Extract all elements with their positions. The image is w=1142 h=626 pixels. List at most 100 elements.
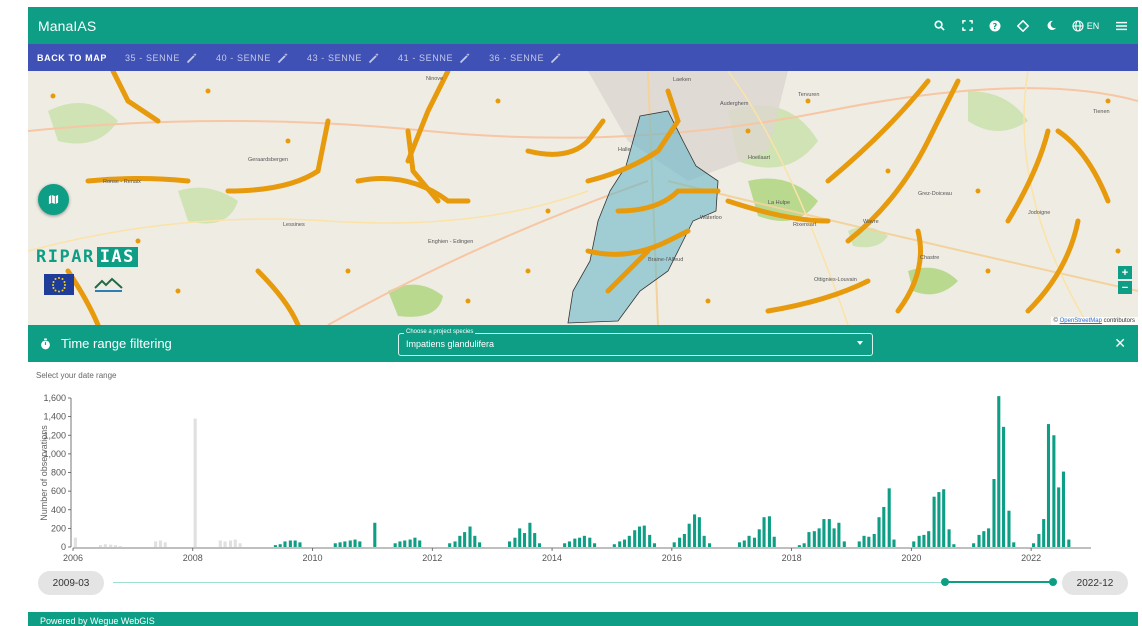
bar — [468, 526, 472, 547]
bar — [109, 544, 113, 547]
magic-wand-icon — [368, 52, 379, 63]
bar — [862, 535, 866, 547]
x-axis: 2006 2008 2010 2012 2014 2016 2018 2020 2022 — [63, 547, 1091, 563]
basin-tab[interactable]: 43 - SENNE — [307, 52, 380, 64]
bar — [533, 533, 537, 547]
x-tick-label: 2018 — [782, 553, 802, 563]
y-tick-label: 1,400 — [43, 412, 66, 422]
species-select-label: Choose a project species — [404, 328, 476, 336]
map-view[interactable]: Ninove Laeken Auderghem Tervuren Geraard… — [28, 71, 1138, 325]
language-selector[interactable]: EN — [1072, 19, 1100, 32]
bar — [223, 541, 227, 547]
svg-text:Ronse - Renaix: Ronse - Renaix — [103, 179, 141, 185]
basin-tab[interactable]: 36 - SENNE — [489, 52, 562, 64]
bar — [418, 540, 422, 547]
bar — [338, 542, 342, 547]
basin-tab[interactable]: 40 - SENNE — [216, 52, 289, 64]
eu-flag-logo — [44, 274, 74, 295]
svg-text:Grez-Doiceau: Grez-Doiceau — [918, 191, 952, 197]
basin-tab-label: 41 - SENNE — [398, 52, 454, 63]
magic-wand-icon — [277, 52, 288, 63]
close-icon[interactable]: ✕ — [1114, 335, 1126, 352]
back-to-map-link[interactable]: BACK TO MAP — [37, 53, 107, 63]
bar — [627, 535, 631, 547]
bar — [827, 519, 831, 547]
dark-mode-icon[interactable] — [1044, 20, 1058, 31]
zoom-in-button[interactable]: + — [1118, 266, 1132, 279]
riparias-logo: RIPAR IAS — [36, 247, 138, 267]
bar — [448, 543, 452, 547]
svg-text:Ninove: Ninove — [426, 76, 443, 82]
slider-start-handle[interactable] — [940, 578, 949, 586]
bar — [278, 544, 282, 547]
basin-tab[interactable]: 41 - SENNE — [398, 52, 471, 64]
map-basemap: Ninove Laeken Auderghem Tervuren Geraard… — [28, 71, 1138, 325]
menu-icon[interactable] — [1114, 21, 1128, 31]
svg-text:Chastre: Chastre — [920, 255, 939, 261]
logo-text-right: IAS — [96, 247, 138, 267]
bar — [762, 517, 766, 547]
svg-text:Ottignies-Louvain: Ottignies-Louvain — [814, 277, 857, 283]
bar — [892, 539, 896, 547]
bar — [403, 540, 407, 547]
bar — [593, 543, 597, 547]
range-end-value[interactable]: 2022-12 — [1062, 571, 1128, 595]
species-select[interactable]: Choose a project species Impatiens gland… — [398, 328, 873, 356]
bar — [832, 528, 836, 547]
bar — [353, 539, 357, 547]
y-tick-label: 200 — [51, 523, 66, 533]
bar — [518, 528, 522, 547]
language-code: EN — [1086, 20, 1100, 31]
fullscreen-icon[interactable] — [960, 20, 974, 31]
bar — [463, 532, 467, 547]
map-layers-button[interactable] — [38, 184, 69, 215]
x-tick-label: 2008 — [183, 553, 203, 563]
bar — [682, 533, 686, 547]
app-bar: ManaIAS ? EN — [28, 7, 1138, 44]
observations-chart[interactable]: 02004006008001,0001,2001,4001,600 2006 20… — [28, 388, 1138, 568]
bar — [193, 418, 197, 547]
bar — [742, 540, 746, 547]
bar — [822, 519, 826, 547]
bar — [927, 531, 931, 547]
bar — [522, 533, 527, 547]
svg-text:Rixensart: Rixensart — [793, 222, 817, 228]
osm-link[interactable]: OpenStreetMap — [1060, 318, 1102, 324]
bar — [747, 535, 751, 547]
natura-2000-logo — [94, 277, 123, 292]
bar — [797, 545, 801, 547]
bar — [478, 542, 482, 547]
slider-track[interactable] — [113, 582, 1053, 583]
bar — [922, 534, 926, 547]
date-range-slider: 2009-03 2022-12 — [28, 571, 1138, 595]
bar — [233, 539, 237, 547]
bar — [1057, 487, 1061, 547]
bar — [997, 396, 1001, 547]
magic-wand-icon — [459, 52, 470, 63]
bar — [737, 542, 742, 547]
bar — [408, 539, 412, 547]
slider-end-handle[interactable] — [1049, 578, 1057, 586]
range-start-value[interactable]: 2009-03 — [38, 571, 104, 595]
app-title: ManaIAS — [38, 17, 97, 34]
bar — [987, 528, 991, 547]
help-icon[interactable]: ? — [988, 20, 1002, 32]
svg-text:Tienen: Tienen — [1093, 109, 1110, 115]
search-icon[interactable] — [932, 20, 946, 31]
bar — [867, 536, 871, 547]
bar — [373, 522, 377, 547]
bar — [1002, 426, 1006, 547]
basin-tab-label: 35 - SENNE — [124, 52, 180, 63]
bar — [652, 543, 657, 547]
svg-text:Jodoigne: Jodoigne — [1028, 210, 1050, 216]
bar — [537, 543, 542, 547]
basin-tab[interactable]: 35 - SENNE — [125, 52, 198, 64]
bar — [398, 541, 402, 547]
basin-tab-label: 40 - SENNE — [215, 52, 271, 63]
locate-icon[interactable] — [1016, 19, 1030, 32]
breadcrumb: BACK TO MAP 35 - SENNE 40 - SENNE 43 - S… — [28, 44, 1138, 71]
bar — [513, 537, 517, 547]
zoom-out-button[interactable]: − — [1118, 281, 1132, 294]
svg-text:Hoeilaart: Hoeilaart — [748, 155, 770, 161]
footer: Powered by Wegue WebGIS — [28, 612, 1138, 626]
